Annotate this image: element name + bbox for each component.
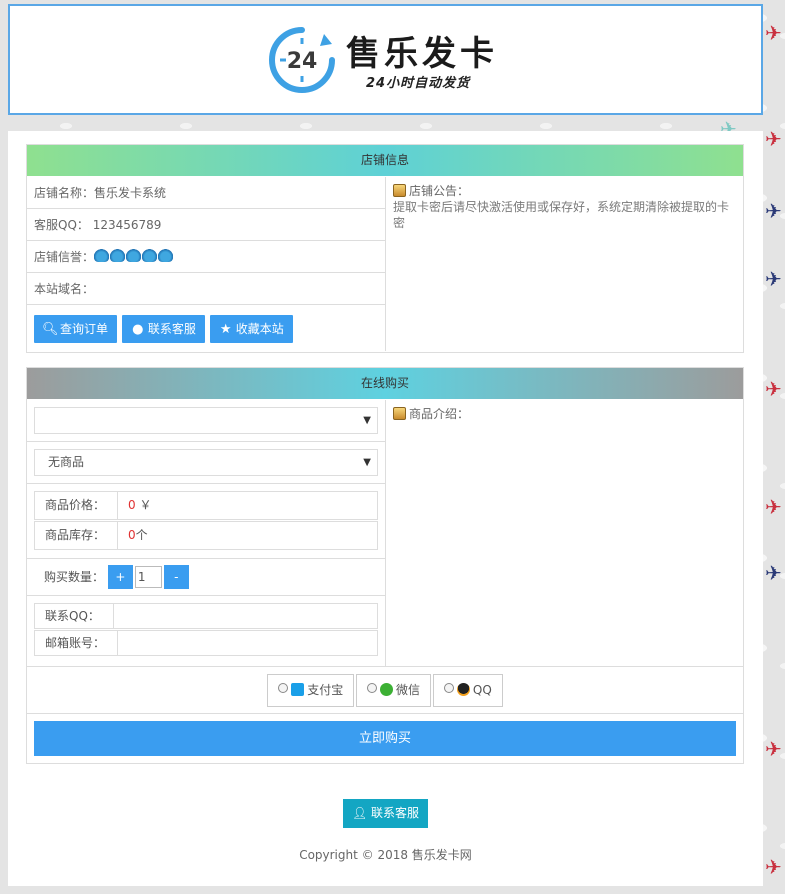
- purchase-title: 在线购买: [27, 368, 743, 399]
- email-field: 邮箱账号：: [34, 630, 378, 656]
- query-order-button[interactable]: 🔍︎查询订单: [34, 315, 118, 343]
- logo-subtitle: 24小时自动发货: [366, 76, 471, 91]
- stock-field: 商品库存： 0个: [34, 521, 378, 550]
- contact-service-button[interactable]: ● 联系客服: [121, 315, 205, 343]
- shop-info-title: 店铺信息: [27, 145, 743, 176]
- quantity-minus-button[interactable]: -: [163, 565, 189, 589]
- plane-decoration-icon: ✈: [765, 127, 782, 151]
- radio-button[interactable]: [367, 683, 378, 693]
- quantity-row: 购买数量： +1-: [27, 559, 385, 596]
- qq-icon: [456, 683, 470, 696]
- price-value: 0: [128, 498, 136, 512]
- notice-icon: [393, 184, 406, 197]
- plane-decoration-icon: ✈: [765, 199, 782, 223]
- service-qq: 客服QQ： 123456789: [27, 209, 385, 241]
- shop-reputation: 店铺信誉：: [27, 241, 385, 273]
- stock-label: 商品库存：: [35, 522, 118, 549]
- product-select[interactable]: 无商品 ▼: [34, 449, 378, 476]
- quantity-label: 购买数量：: [44, 570, 105, 584]
- dropdown-arrow-icon: ▼: [363, 415, 371, 426]
- radio-button[interactable]: [443, 683, 454, 693]
- star-icon: ★: [219, 322, 232, 337]
- shop-info-panel: 店铺信息 店铺名称：售乐发卡系统 客服QQ： 123456789 店铺信誉： 本…: [26, 144, 744, 353]
- qq-penguin-icon: ●: [132, 322, 144, 337]
- site-logo: 24 售乐发卡 24小时自动发货: [266, 22, 516, 102]
- shop-notice: 店铺公告： 提取卡密后请尽快激活使用或保存好，系统定期清除被提取的卡密: [386, 177, 743, 237]
- notice-text: 提取卡密后请尽快激活使用或保存好，系统定期清除被提取的卡密: [393, 200, 730, 230]
- main-container: 店铺信息 店铺名称：售乐发卡系统 客服QQ： 123456789 店铺信誉： 本…: [8, 131, 763, 886]
- logo-badge-text: 24: [287, 49, 318, 74]
- price-field: 商品价格： 0 ￥: [34, 491, 378, 520]
- purchase-panel: 在线购买 ▼ 无商品 ▼ 商品价格： 0 ￥ 商品库存： 0个 购买数量： + …: [26, 367, 744, 764]
- contact-qq-input[interactable]: [114, 604, 377, 628]
- search-icon: 🔍︎: [42, 322, 59, 337]
- site-domain: 本站域名：: [27, 273, 385, 305]
- radio-button[interactable]: [278, 683, 289, 693]
- quantity-plus-button[interactable]: +: [107, 565, 133, 589]
- copyright: Copyright © 2018 售乐发卡网: [299, 848, 472, 862]
- plane-decoration-icon: ✈: [765, 495, 782, 519]
- crown-icon: [126, 248, 142, 262]
- plane-decoration-icon: ✈: [765, 737, 782, 761]
- buy-now-button[interactable]: 立即购买: [34, 721, 736, 756]
- stock-value: 0: [128, 528, 136, 542]
- price-unit: ￥: [139, 498, 152, 512]
- crown-icon: [110, 248, 126, 262]
- wechat-icon: [380, 683, 394, 696]
- crown-icon: [158, 248, 174, 262]
- clock-24-icon: 24: [269, 27, 335, 93]
- footer-contact-button[interactable]: 👤︎ 联系客服: [343, 799, 428, 828]
- plane-decoration-icon: ✈: [765, 377, 782, 401]
- price-label: 商品价格：: [35, 492, 118, 519]
- plane-decoration-icon: ✈: [765, 21, 782, 45]
- reputation-label: 店铺信誉：: [34, 250, 95, 264]
- category-select[interactable]: ▼: [34, 407, 378, 434]
- email-input[interactable]: [118, 631, 377, 655]
- plane-decoration-icon: ✈: [765, 855, 782, 879]
- bookmark-button[interactable]: ★ 收藏本站: [209, 315, 293, 343]
- payment-methods: 支付宝 微信 QQ: [27, 666, 743, 714]
- payment-qq[interactable]: QQ: [432, 674, 503, 707]
- plane-decoration-icon: ✈: [765, 561, 782, 585]
- contact-qq-field: 联系QQ：: [34, 603, 378, 629]
- crown-icon: [142, 248, 158, 262]
- plane-decoration-icon: ✈: [765, 267, 782, 291]
- crown-icon: [94, 248, 110, 262]
- logo-title: 售乐发卡: [346, 34, 498, 74]
- contact-fields: 联系QQ： 邮箱账号：: [27, 596, 385, 666]
- shop-info-details: 店铺名称：售乐发卡系统 客服QQ： 123456789 店铺信誉： 本站域名： …: [27, 177, 386, 351]
- quantity-input[interactable]: 1: [134, 566, 162, 588]
- reputation-crowns: [94, 242, 174, 274]
- notice-title: 店铺公告：: [409, 184, 470, 198]
- shop-name: 店铺名称：售乐发卡系统: [27, 177, 385, 209]
- product-intro: 商品介绍：: [386, 400, 743, 428]
- dropdown-arrow-icon: ▼: [363, 457, 371, 468]
- intro-icon: [393, 407, 406, 420]
- payment-alipay[interactable]: 支付宝: [267, 674, 355, 707]
- shop-actions: 🔍︎查询订单 ● 联系客服 ★ 收藏本站: [27, 305, 385, 351]
- header-banner: 24 售乐发卡 24小时自动发货: [8, 4, 763, 115]
- email-label: 邮箱账号：: [35, 631, 118, 655]
- user-icon: 👤︎: [351, 806, 368, 820]
- purchase-form: ▼ 无商品 ▼ 商品价格： 0 ￥ 商品库存： 0个 购买数量： + 1 - 联…: [27, 400, 386, 666]
- payment-wechat[interactable]: 微信: [356, 674, 432, 707]
- contact-qq-label: 联系QQ：: [35, 604, 114, 628]
- stock-unit: 个: [135, 528, 148, 542]
- alipay-icon: [291, 683, 305, 696]
- product-intro-label: 商品介绍：: [409, 407, 470, 421]
